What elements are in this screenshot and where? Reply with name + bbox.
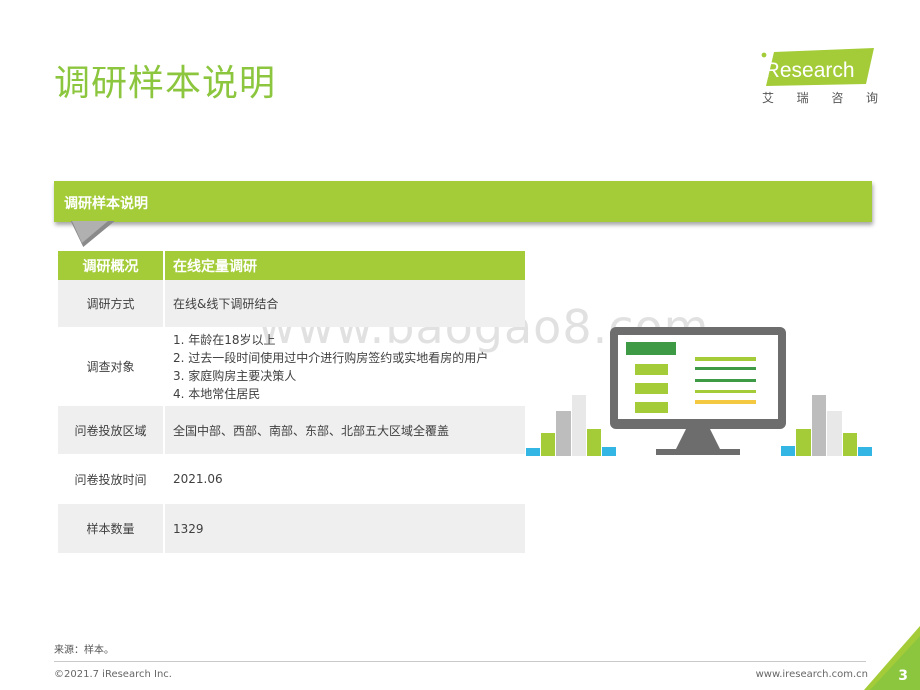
- list-item: 2. 过去一段时间使用过中介进行购房签约或实地看房的用户: [173, 350, 489, 365]
- list-item: 3. 家庭购房主要决策人: [173, 368, 297, 383]
- row-value: 全国中部、西部、南部、东部、北部五大区域全覆盖: [165, 406, 525, 454]
- section-banner-label: 调研样本说明: [64, 196, 148, 212]
- table-header-cell: 在线定量调研: [165, 251, 525, 280]
- table-row: 调研方式 在线&线下调研结合: [58, 280, 525, 327]
- page-title: 调研样本说明: [54, 63, 277, 104]
- bar-chart-icon: [526, 395, 616, 456]
- footer-source: 来源：样本。: [54, 645, 114, 656]
- corner-decoration: [864, 626, 920, 690]
- section-banner: 调研样本说明: [54, 181, 872, 222]
- logo-brand-text: iResearch: [760, 59, 855, 82]
- monitor-icon: [610, 327, 786, 455]
- row-value-list: 1. 年龄在18岁以上 2. 过去一段时间使用过中介进行购房签约或实地看房的用户…: [165, 327, 525, 406]
- bar-chart-icon: [781, 395, 872, 456]
- list-item: 4. 本地常住居民: [173, 386, 261, 401]
- table-row: 问卷投放时间 2021.06: [58, 454, 525, 504]
- row-label: 调研方式: [58, 280, 165, 327]
- logo-subtitle-char: 艾: [762, 91, 775, 105]
- row-label: 问卷投放时间: [58, 454, 165, 504]
- table-row: 问卷投放区域 全国中部、西部、南部、东部、北部五大区域全覆盖: [58, 406, 525, 454]
- logo-subtitle: 艾 瑞 咨 询: [762, 89, 878, 106]
- row-label: 问卷投放区域: [58, 406, 165, 454]
- monitor-illustration: [526, 327, 872, 456]
- survey-table: 调研概况 在线定量调研 调研方式 在线&线下调研结合 调查对象 1. 年龄在18…: [58, 251, 525, 553]
- table-header-cell: 调研概况: [58, 251, 165, 280]
- list-item: 1. 年龄在18岁以上: [173, 332, 276, 347]
- row-value: 1329: [165, 504, 525, 553]
- footer-url[interactable]: www.iresearch.com.cn: [756, 669, 868, 680]
- page-number: 3: [898, 668, 908, 684]
- logo-subtitle-char: 咨: [831, 91, 844, 105]
- row-label: 样本数量: [58, 504, 165, 553]
- footer-divider: [54, 661, 866, 662]
- table-row: 样本数量 1329: [58, 504, 525, 553]
- row-value: 在线&线下调研结合: [165, 280, 525, 327]
- logo-subtitle-char: 瑞: [796, 91, 809, 105]
- row-value: 2021.06: [173, 472, 223, 486]
- table-row: 调查对象 1. 年龄在18岁以上 2. 过去一段时间使用过中介进行购房签约或实地…: [58, 327, 525, 406]
- footer-copyright: ©2021.7 iResearch Inc.: [54, 669, 172, 680]
- row-label: 调查对象: [58, 327, 165, 406]
- table-header-row: 调研概况 在线定量调研: [58, 251, 525, 280]
- logo-subtitle-char: 询: [865, 91, 878, 105]
